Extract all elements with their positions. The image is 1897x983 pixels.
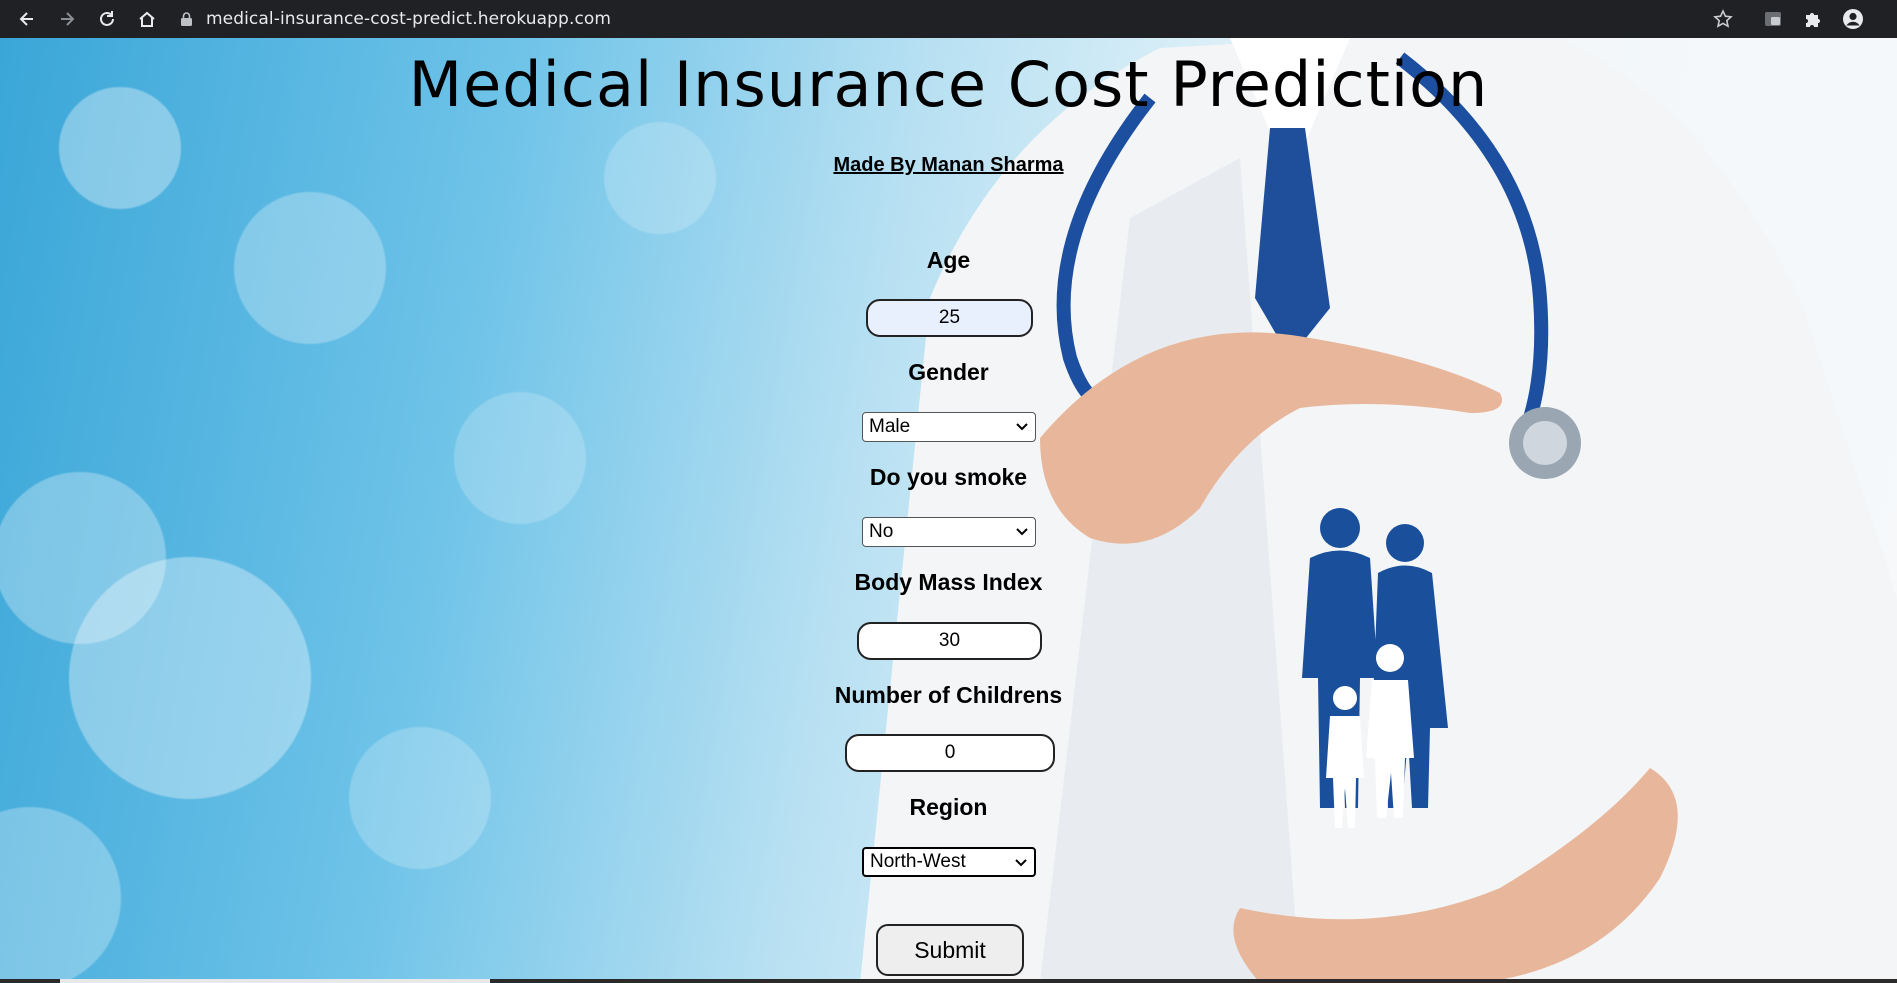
author-credit: Made By Manan Sharma <box>833 154 1064 176</box>
chevron-down-icon <box>1016 423 1028 431</box>
chevron-down-icon <box>1016 528 1028 536</box>
chevron-down-icon <box>1015 859 1027 867</box>
star-icon <box>1713 9 1733 28</box>
bmi-input[interactable] <box>857 622 1042 660</box>
page-title: Medical Insurance Cost Prediction <box>408 48 1489 121</box>
reload-button[interactable] <box>92 4 122 34</box>
bmi-label: Body Mass Index <box>854 569 1043 595</box>
smoke-select[interactable]: No <box>862 517 1036 547</box>
reload-icon <box>100 11 114 26</box>
age-input[interactable] <box>866 299 1033 337</box>
arrow-left-icon <box>19 12 33 26</box>
profile-icon <box>1843 9 1863 29</box>
region-selected-value: North-West <box>870 851 966 872</box>
horizontal-scrollbar[interactable] <box>0 979 1897 983</box>
forward-button[interactable] <box>52 4 82 34</box>
url-text: medical-insurance-cost-predict.herokuapp… <box>206 9 612 29</box>
bookmark-button[interactable] <box>1708 4 1738 34</box>
extension-button-1[interactable] <box>1758 4 1788 34</box>
children-label: Number of Childrens <box>834 682 1063 708</box>
scrollbar-thumb[interactable] <box>60 979 490 983</box>
page-body: Medical Insurance Cost Prediction Made B… <box>0 38 1897 983</box>
age-label: Age <box>926 247 971 273</box>
smoke-selected-value: No <box>869 521 894 542</box>
address-bar[interactable]: medical-insurance-cost-predict.herokuapp… <box>178 4 1678 34</box>
region-label: Region <box>909 794 988 820</box>
region-select[interactable]: North-West <box>862 847 1036 877</box>
back-button[interactable] <box>12 4 42 34</box>
arrow-right-icon <box>61 12 75 26</box>
lock-icon <box>178 11 194 27</box>
gender-label: Gender <box>908 359 989 385</box>
submit-button[interactable]: Submit <box>876 924 1024 976</box>
profile-button[interactable] <box>1838 4 1868 34</box>
gender-select[interactable]: Male <box>862 412 1036 442</box>
extensions-button[interactable] <box>1798 4 1828 34</box>
smoke-label: Do you smoke <box>869 464 1028 490</box>
gender-selected-value: Male <box>869 416 911 437</box>
browser-toolbar: medical-insurance-cost-predict.herokuapp… <box>0 0 1897 38</box>
home-icon <box>139 11 155 27</box>
prediction-form: Medical Insurance Cost Prediction Made B… <box>0 38 1897 983</box>
puzzle-icon <box>1806 13 1820 27</box>
home-button[interactable] <box>132 4 162 34</box>
extension-badge-icon <box>1765 12 1781 26</box>
children-input[interactable] <box>845 734 1055 772</box>
